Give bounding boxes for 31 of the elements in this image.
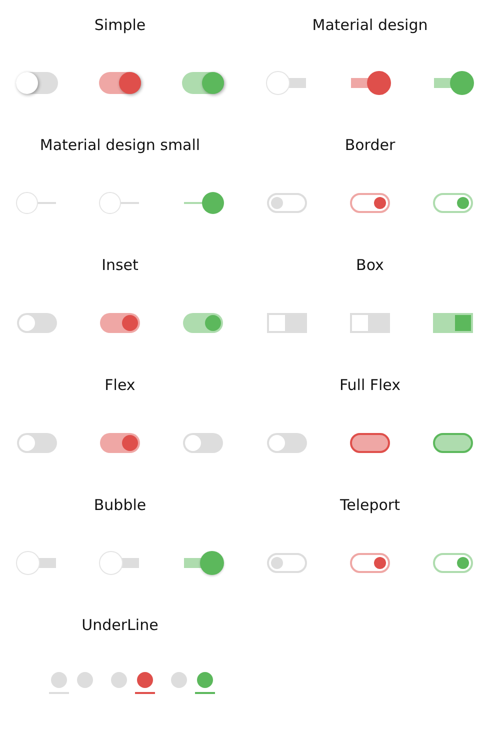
toggle-switch[interactable] (17, 313, 57, 333)
toggle-switch[interactable] (183, 433, 223, 453)
toggle-switch[interactable] (17, 433, 57, 453)
toggle-switch[interactable] (100, 313, 140, 333)
section-title: Bubble (92, 495, 148, 515)
toggle-switch[interactable] (267, 313, 307, 333)
section-title: Material design (311, 15, 429, 35)
section-title: Material design small (38, 135, 202, 155)
toggle-switch[interactable] (267, 433, 307, 453)
toggle-switch[interactable] (99, 72, 141, 94)
toggle-switch[interactable] (100, 433, 140, 453)
toggle-switch[interactable] (182, 72, 224, 94)
section-title: Flex (104, 375, 136, 395)
toggle-switch[interactable] (51, 671, 93, 695)
section-title: Teleport (339, 495, 401, 515)
section-title: Box (355, 255, 385, 275)
section-title: Full Flex (338, 375, 402, 395)
toggle-switch[interactable] (350, 433, 390, 453)
toggle-switch[interactable] (350, 193, 390, 213)
toggle-switch[interactable] (350, 553, 390, 573)
toggle-switch[interactable] (433, 433, 473, 453)
toggle-switch[interactable] (350, 313, 390, 333)
section-title: Inset (100, 255, 140, 275)
toggle-switch[interactable] (16, 72, 58, 94)
section-title: Simple (93, 15, 147, 35)
toggle-switch[interactable] (111, 671, 153, 695)
section-title: Border (344, 135, 396, 155)
toggle-switch[interactable] (183, 313, 223, 333)
toggle-switch[interactable] (171, 671, 213, 695)
section-title: UnderLine (80, 615, 160, 635)
toggle-switch[interactable] (433, 313, 473, 333)
